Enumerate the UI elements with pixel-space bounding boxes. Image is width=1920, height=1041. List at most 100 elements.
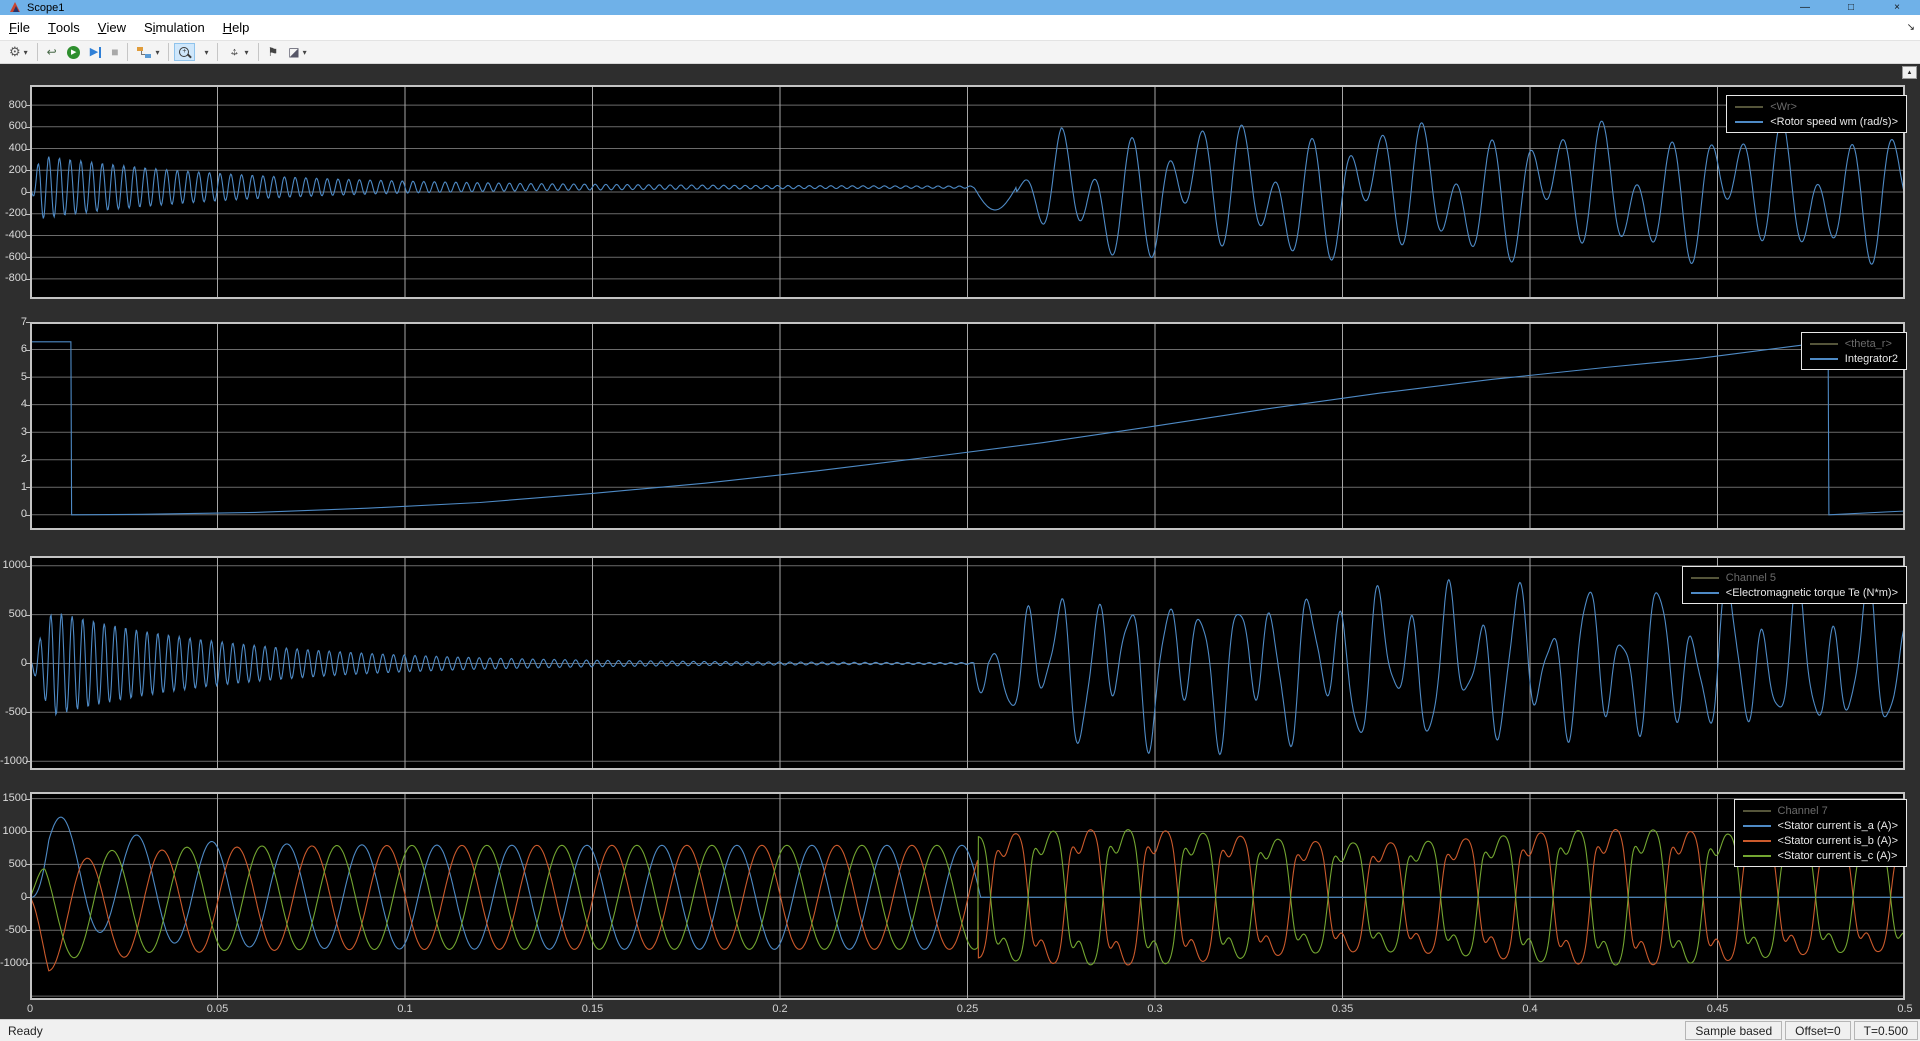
x-tick-label: 0.05	[207, 1003, 228, 1015]
y-tick-mark	[26, 897, 30, 898]
scope-plot-2: 76543210<theta_r>Integrator2	[0, 322, 1920, 530]
highlight-block-icon: ↩	[47, 45, 57, 59]
y-tick-label: 800	[0, 99, 27, 112]
y-tick-label: 600	[0, 120, 27, 133]
fit-to-view-button[interactable]: ↔↕ ▾	[223, 43, 252, 61]
y-tick-label: -400	[0, 229, 27, 242]
scope-plot-area-1[interactable]	[30, 85, 1905, 299]
y-tick-mark	[26, 149, 30, 150]
y-tick-mark	[26, 377, 30, 378]
signal-selector-button[interactable]: ▾	[133, 43, 163, 61]
y-tick-label: 1000	[0, 825, 27, 838]
zoom-options-button[interactable]: ▾	[197, 43, 212, 61]
status-time: T=0.500	[1854, 1021, 1918, 1040]
legend-entry[interactable]: Channel 7	[1743, 803, 1898, 818]
legend-label: Integrator2	[1845, 353, 1898, 365]
scope-plot-area-3[interactable]	[30, 556, 1905, 770]
legend-line-sample	[1810, 358, 1838, 360]
measurements-button[interactable]: ◪ ▾	[284, 43, 310, 61]
stop-icon: ■	[111, 45, 118, 59]
status-bar: Ready Sample based Offset=0 T=0.500	[0, 1019, 1920, 1041]
menu-view[interactable]: View	[89, 15, 135, 40]
legend-entry[interactable]: <Rotor speed wm (rad/s)>	[1735, 114, 1898, 129]
y-tick-label: 0	[0, 508, 27, 521]
y-tick-mark	[26, 105, 30, 106]
y-tick-mark	[26, 963, 30, 964]
close-button[interactable]: ×	[1874, 0, 1920, 15]
menu-help[interactable]: Help	[214, 15, 259, 40]
y-tick-mark	[26, 192, 30, 193]
y-tick-mark	[26, 405, 30, 406]
y-tick-label: -600	[0, 251, 27, 264]
scope-plot-area-2[interactable]	[30, 322, 1905, 530]
legend-label: <Stator current is_c (A)>	[1778, 850, 1898, 862]
y-tick-label: 4	[0, 398, 27, 411]
legend-label: <Stator current is_b (A)>	[1778, 835, 1898, 847]
x-tick-label: 0.45	[1707, 1003, 1728, 1015]
legend-line-sample	[1743, 855, 1771, 857]
zoom-icon: +	[179, 47, 189, 57]
run-button[interactable]: ▶	[63, 43, 84, 61]
y-tick-label: 200	[0, 164, 27, 177]
y-tick-label: 3	[0, 426, 27, 439]
legend-entry[interactable]: <Stator current is_b (A)>	[1743, 833, 1898, 848]
scope-canvas: ▲ 8006004002000-200-400-600-800<Wr><Roto…	[0, 64, 1920, 1019]
step-forward-icon: ▶	[90, 47, 101, 58]
toolbar-separator	[168, 43, 169, 61]
step-forward-button[interactable]: ▶	[86, 43, 105, 61]
y-tick-mark	[26, 615, 30, 616]
status-offset: Offset=0	[1785, 1021, 1850, 1040]
y-tick-mark	[26, 170, 30, 171]
menu-simulation[interactable]: Simulation	[135, 15, 214, 40]
y-tick-label: 1500	[0, 792, 27, 805]
scope-plot-area-4[interactable]	[30, 792, 1905, 1000]
y-tick-label: 0	[0, 891, 27, 904]
menu-file[interactable]: File	[0, 15, 39, 40]
legend-label: <Electromagnetic torque Te (N*m)>	[1726, 587, 1898, 599]
y-tick-mark	[26, 432, 30, 433]
toolbar-overflow-icon[interactable]: ↘	[1907, 22, 1915, 33]
legend-entry[interactable]: <Stator current is_a (A)>	[1743, 818, 1898, 833]
legend-plot-2: <theta_r> Integrator2	[1801, 332, 1907, 370]
scroll-up-button[interactable]: ▲	[1902, 66, 1917, 79]
legend-entry[interactable]: <Wr>	[1735, 99, 1898, 114]
legend-entry[interactable]: <theta_r>	[1810, 336, 1898, 351]
chevron-down-icon: ▾	[204, 48, 208, 57]
maximize-button[interactable]: □	[1828, 0, 1874, 15]
y-tick-mark	[26, 257, 30, 258]
x-tick-label: 0	[27, 1003, 33, 1015]
settings-button[interactable]: ⚙ ▾	[5, 43, 32, 61]
legend-entry[interactable]: <Electromagnetic torque Te (N*m)>	[1691, 585, 1898, 600]
legend-label: Channel 7	[1778, 805, 1828, 817]
legend-entry[interactable]: <Stator current is_c (A)>	[1743, 848, 1898, 863]
y-tick-mark	[26, 460, 30, 461]
run-icon: ▶	[67, 46, 80, 59]
legend-entry[interactable]: Channel 5	[1691, 570, 1898, 585]
minimize-button[interactable]: —	[1782, 0, 1828, 15]
legend-line-sample	[1691, 592, 1719, 594]
y-tick-mark	[26, 864, 30, 865]
stop-button[interactable]: ■	[107, 43, 122, 61]
y-tick-mark	[26, 515, 30, 516]
legend-label: Channel 5	[1726, 572, 1776, 584]
matlab-scope-icon	[10, 2, 21, 13]
y-tick-label: 1000	[0, 559, 27, 572]
y-tick-mark	[26, 487, 30, 488]
y-tick-label: -800	[0, 272, 27, 285]
legend-line-sample	[1743, 840, 1771, 842]
legend-line-sample	[1735, 106, 1763, 108]
toolbar-separator	[37, 43, 38, 61]
legend-line-sample	[1691, 577, 1719, 579]
menu-tools[interactable]: Tools	[39, 15, 89, 40]
trigger-button[interactable]: ⚑	[264, 43, 283, 61]
legend-label: <Rotor speed wm (rad/s)>	[1770, 116, 1898, 128]
title-bar: Scope1 — □ ×	[0, 0, 1920, 15]
legend-label: <Wr>	[1770, 101, 1797, 113]
scope-plot-1: 8006004002000-200-400-600-800<Wr><Rotor …	[0, 85, 1920, 299]
chevron-down-icon: ▾	[244, 48, 248, 57]
zoom-button[interactable]: +	[174, 43, 195, 61]
legend-entry[interactable]: Integrator2	[1810, 351, 1898, 366]
x-tick-label: 0.2	[772, 1003, 787, 1015]
y-tick-mark	[26, 712, 30, 713]
highlight-block-button[interactable]: ↩	[43, 43, 61, 61]
